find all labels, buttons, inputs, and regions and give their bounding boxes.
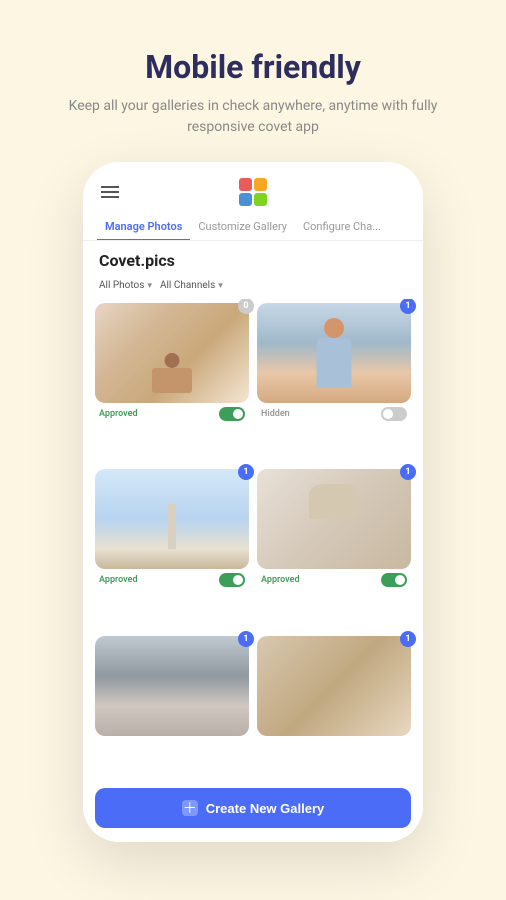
filter-all-photos[interactable]: All Photos	[99, 280, 152, 291]
photo-card-3[interactable]: 1 Approved	[95, 469, 249, 627]
phone-mockup: Manage Photos Customize Gallery Configur…	[83, 162, 423, 842]
status-row-2: Hidden	[257, 403, 411, 421]
create-gallery-label: Create New Gallery	[206, 801, 325, 816]
photo-image-4	[257, 469, 411, 569]
status-label-3: Approved	[99, 575, 138, 585]
badge-3: 1	[238, 464, 254, 480]
photo-card-5[interactable]: 1	[95, 636, 249, 776]
menu-icon[interactable]	[101, 186, 119, 198]
photo-image-3	[95, 469, 249, 569]
photo-image-5	[95, 636, 249, 736]
status-label-1: Approved	[99, 409, 138, 419]
filter-row: All Photos All Channels	[83, 276, 423, 299]
status-label-2: Hidden	[261, 409, 290, 419]
page-header: Mobile friendly Keep all your galleries …	[0, 0, 506, 162]
app-logo	[239, 178, 267, 206]
status-row-3: Approved	[95, 569, 249, 587]
toggle-2[interactable]	[381, 407, 407, 421]
toggle-4[interactable]	[381, 573, 407, 587]
photo-card-1[interactable]: 0 Approved	[95, 303, 249, 461]
badge-1: 0	[238, 299, 254, 314]
tab-configure-channels[interactable]: Configure Cha...	[295, 214, 389, 241]
photo-card-2[interactable]: 1 Hidden	[257, 303, 411, 461]
filter-all-channels[interactable]: All Channels	[160, 280, 223, 291]
photo-image-6	[257, 636, 411, 736]
create-gallery-button[interactable]: ＋ Create New Gallery	[95, 788, 411, 828]
toggle-1[interactable]	[219, 407, 245, 421]
photo-image-2	[257, 303, 411, 403]
gallery-title: Covet.pics	[83, 241, 423, 276]
page-title: Mobile friendly	[40, 48, 466, 86]
nav-tabs: Manage Photos Customize Gallery Configur…	[83, 214, 423, 241]
status-label-4: Approved	[261, 575, 300, 585]
plus-icon: ＋	[182, 800, 198, 816]
toggle-3[interactable]	[219, 573, 245, 587]
logo-cell-s	[254, 193, 267, 206]
logo-cell-p	[239, 178, 252, 191]
tab-customize-gallery[interactable]: Customize Gallery	[190, 214, 295, 241]
top-bar	[83, 162, 423, 214]
photo-image-1	[95, 303, 249, 403]
tab-manage-photos[interactable]: Manage Photos	[97, 214, 190, 241]
badge-4: 1	[400, 464, 416, 480]
badge-5: 1	[238, 631, 254, 647]
logo-cell-c	[239, 193, 252, 206]
status-row-1: Approved	[95, 403, 249, 421]
badge-2: 1	[400, 299, 416, 314]
photo-card-6[interactable]: 1	[257, 636, 411, 776]
logo-cell-i	[254, 178, 267, 191]
status-row-4: Approved	[257, 569, 411, 587]
page-subtitle: Keep all your galleries in check anywher…	[40, 96, 466, 138]
photo-card-4[interactable]: 1 Approved	[257, 469, 411, 627]
bottom-bar: ＋ Create New Gallery	[83, 780, 423, 842]
badge-6: 1	[400, 631, 416, 647]
photos-grid: 0 Approved 1 Hidden 1 App	[83, 299, 423, 780]
phone-inner: Manage Photos Customize Gallery Configur…	[83, 162, 423, 842]
